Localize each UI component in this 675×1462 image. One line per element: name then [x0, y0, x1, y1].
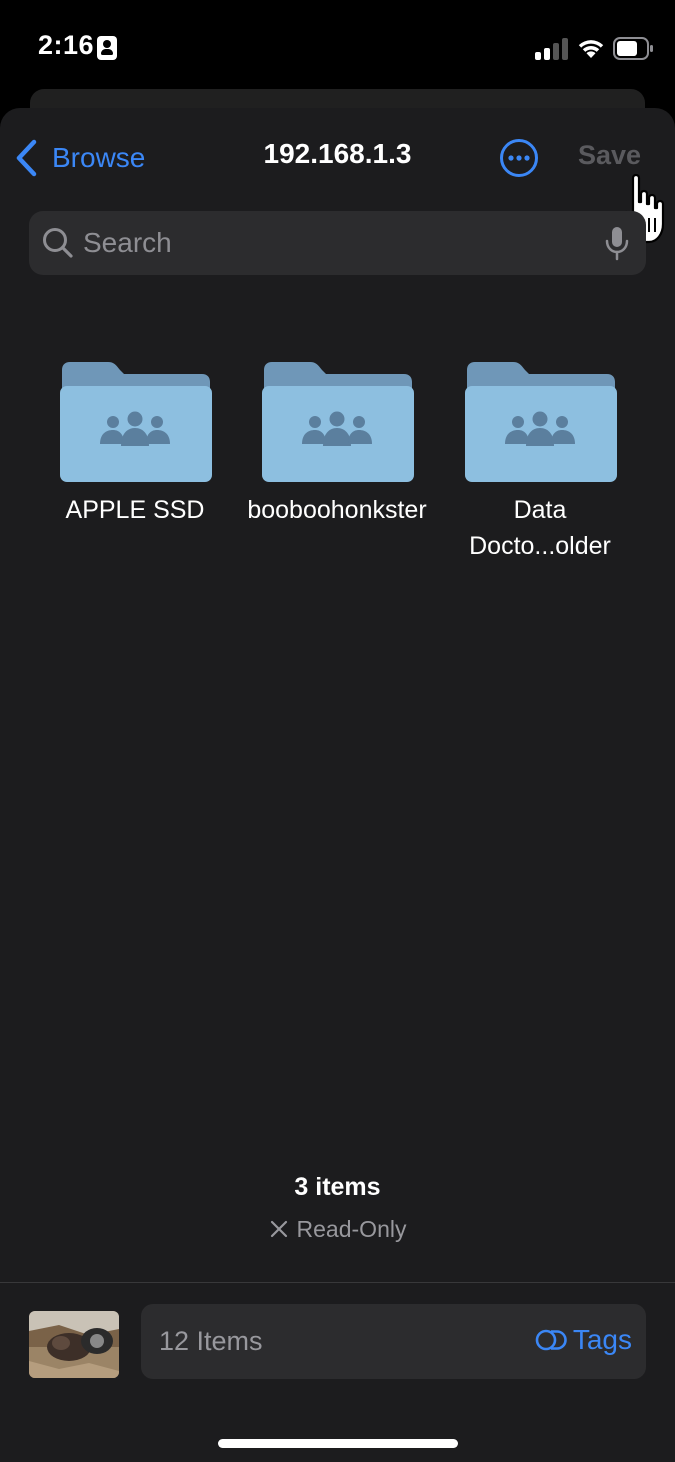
folder-name: APPLE SSD — [65, 496, 205, 524]
bottom-divider — [0, 1282, 675, 1283]
shared-folder-icon — [60, 362, 212, 482]
selection-bar: 12 Items Tags — [141, 1304, 646, 1379]
photo-image — [29, 1311, 119, 1378]
cellular-signal-icon — [535, 38, 569, 60]
tags-icon — [535, 1329, 567, 1351]
read-only-label: Read-Only — [296, 1216, 407, 1242]
wifi-icon — [578, 40, 604, 58]
read-only-status: Read-Only — [0, 1216, 675, 1243]
save-button[interactable]: Save — [578, 140, 641, 171]
back-label: Browse — [52, 142, 146, 173]
tags-label: Tags — [572, 1324, 632, 1355]
tags-button[interactable]: Tags — [535, 1324, 632, 1356]
files-sheet — [0, 108, 675, 1462]
folder-item[interactable]: APPLE SSD — [40, 360, 230, 528]
screen: 2:16 Browse 192.168.1.3 Save Search APPL… — [0, 0, 675, 1462]
status-time: 2:16 — [38, 30, 95, 60]
pencil-slash-icon — [270, 1220, 287, 1238]
search-icon — [43, 228, 73, 258]
home-indicator[interactable] — [218, 1439, 458, 1448]
folder-name: Data Docto...older — [469, 496, 611, 560]
contact-card-icon — [97, 36, 117, 60]
chevron-left-icon — [16, 139, 37, 177]
microphone-icon[interactable] — [604, 226, 630, 262]
shared-folder-icon — [465, 362, 617, 482]
items-count: 3 items — [294, 1173, 381, 1201]
folder-name: booboohonkster — [247, 496, 427, 524]
battery-icon — [613, 37, 653, 60]
items-count-label: 12 Items — [159, 1326, 263, 1356]
search-field[interactable] — [29, 211, 646, 275]
shared-folder-icon — [262, 362, 414, 482]
folder-item[interactable]: booboohonkster — [242, 360, 432, 528]
ellipsis-circle-icon[interactable] — [499, 138, 539, 178]
search-input[interactable] — [83, 211, 583, 275]
folder-item[interactable]: Data Docto...older — [445, 360, 635, 564]
photo-thumbnail[interactable] — [29, 1311, 119, 1378]
back-button[interactable]: Browse — [14, 137, 145, 179]
